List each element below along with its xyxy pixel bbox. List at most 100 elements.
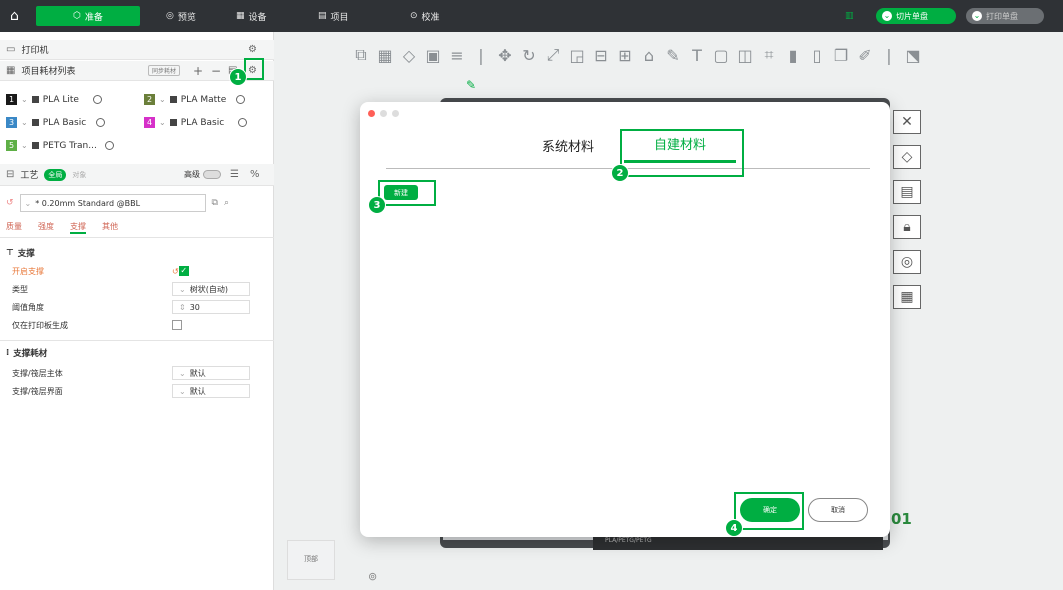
tab-system-filament[interactable]: 系统材料 — [542, 136, 594, 155]
window-controls — [368, 110, 399, 117]
filament-item-2[interactable]: 2 ⌄ PLA Matte — [144, 94, 246, 105]
filament-item-1[interactable]: 1 ⌄ PLA Lite — [6, 94, 102, 105]
profile-select[interactable]: ⌄ * 0.20mm Standard @BBL — [19, 194, 206, 212]
param-support-interface: 支撑/筏层界面 ⌄ 默认 — [12, 383, 262, 399]
scale-icon[interactable]: ⤢ — [545, 45, 561, 65]
arrange-icon[interactable]: ▣ — [425, 46, 441, 65]
param-support-type: 类型 ⌄ 树状(自动) — [12, 281, 262, 297]
move-icon[interactable]: ✥ — [497, 46, 513, 65]
support-paint-icon[interactable]: ⌂ — [641, 46, 657, 65]
search-icon[interactable]: ⌕ — [224, 198, 229, 208]
filament-edit-icon[interactable] — [104, 141, 114, 150]
boolean-icon[interactable]: ⊞ — [617, 46, 633, 65]
slice-plate-button[interactable]: ⌄ 切片单盘 — [876, 8, 956, 24]
tab-quality[interactable]: 质量 — [6, 221, 22, 234]
add-plate-icon[interactable]: ▦ — [377, 46, 393, 65]
filament-item-4[interactable]: 4 ⌄ PLA Basic — [144, 117, 248, 128]
pen-icon[interactable]: ✐ — [857, 46, 873, 65]
close-plate-icon[interactable]: ✕ — [893, 110, 921, 134]
home-icon[interactable]: ⌂ — [10, 8, 26, 24]
rotate-icon[interactable]: ↻ — [521, 46, 537, 65]
filament-color-icon — [169, 119, 177, 126]
left-panel: ▭ 打印机 ⚙ ▦ 项目耗材列表 同步耗材 + − ▤ ⚙ 1 ⌄ PLA Li… — [0, 32, 274, 590]
filament-edit-icon[interactable] — [92, 95, 102, 104]
orient-plate-icon[interactable]: ◇ — [893, 145, 921, 169]
tab-strength[interactable]: 强度 — [38, 221, 54, 234]
measure-icon[interactable]: ▢ — [713, 46, 729, 65]
callout-1: 1 — [229, 68, 247, 86]
add-object-icon[interactable]: ⧉ — [353, 45, 369, 65]
plate-number: 01 — [891, 510, 912, 528]
tab-prepare[interactable]: ⬡ 准备 — [36, 6, 140, 26]
mesh-icon[interactable]: ⌗ — [761, 45, 777, 65]
settings-icon[interactable]: ⚙ — [248, 44, 257, 55]
copy-icon[interactable]: ❐ — [833, 46, 849, 65]
reset-icon[interactable]: ↺ — [172, 267, 179, 276]
zoom-fit-icon[interactable]: ⊚ — [368, 570, 377, 583]
filament-item-3[interactable]: 3 ⌄ PLA Basic — [6, 117, 106, 128]
text-icon[interactable]: T — [689, 46, 705, 65]
support-type-select[interactable]: ⌄ 树状(自动) — [172, 282, 250, 296]
orient-icon[interactable]: ◇ — [401, 46, 417, 65]
callout-3: 3 — [368, 196, 386, 214]
filament-color-icon — [31, 119, 39, 126]
plate-settings-icon[interactable]: ◎ — [893, 250, 921, 274]
percent-icon[interactable]: % — [250, 169, 260, 180]
cut-icon[interactable]: ⊟ — [593, 46, 609, 65]
object-toggle[interactable]: 对象 — [72, 170, 86, 180]
pencil-icon: ✎ — [466, 78, 477, 92]
assembly-icon[interactable]: ◫ — [737, 46, 753, 65]
layout-icon[interactable]: ▥ — [845, 9, 854, 23]
enable-support-checkbox[interactable]: ✓ — [178, 266, 189, 276]
process-section-header: ⊟ 工艺 全局 对象 高级 ☰ % — [0, 164, 274, 186]
global-toggle[interactable]: 全局 — [44, 168, 67, 181]
advanced-toggle[interactable] — [203, 170, 221, 179]
tab-support[interactable]: 支撑 — [70, 221, 86, 234]
print-plate-button[interactable]: ⌄ 打印单盘 — [966, 8, 1044, 24]
add-filament-icon[interactable]: + — [193, 64, 203, 78]
tab-device[interactable]: ▦ 设备 — [236, 9, 267, 23]
tab-calibrate[interactable]: ⊙ 校准 — [410, 9, 440, 23]
color-paint-icon[interactable]: ▮ — [785, 46, 801, 65]
variable-layer-icon[interactable]: ▯ — [809, 46, 825, 65]
sync-filament-button[interactable]: 同步耗材 — [148, 65, 181, 76]
chevron-down-icon: ⌄ — [21, 95, 28, 104]
threshold-angle-input[interactable]: ⇕ 30 — [172, 300, 250, 314]
divider — [0, 237, 274, 238]
chevron-down-icon: ⌄ — [179, 368, 186, 378]
filament-edit-icon[interactable] — [96, 118, 106, 127]
view-cube[interactable]: 顶部 — [287, 540, 335, 580]
list-icon[interactable]: ☰ — [230, 169, 239, 180]
lock-plate-icon[interactable]: 🔒︎ — [893, 215, 921, 239]
remove-filament-icon[interactable]: − — [211, 64, 221, 78]
seam-paint-icon[interactable]: ✎ — [665, 46, 681, 65]
printer-icon: ▭ — [6, 44, 16, 55]
view-icon[interactable]: ⬔ — [905, 46, 921, 65]
close-window-icon[interactable] — [368, 110, 375, 117]
support-base-select[interactable]: ⌄ 默认 — [172, 366, 250, 380]
param-support-base: 支撑/筏层主体 ⌄ 默认 — [12, 365, 262, 381]
eye-icon: ◎ — [166, 11, 174, 21]
split-icon[interactable]: ≡ — [449, 46, 465, 65]
project-icon: ▤ — [318, 11, 327, 21]
filament-edit-icon[interactable] — [238, 118, 248, 127]
advanced-label: 高级 — [184, 170, 200, 179]
tab-others[interactable]: 其他 — [102, 221, 118, 234]
minimize-window-icon[interactable] — [380, 110, 387, 117]
cancel-button[interactable]: 取消 — [808, 498, 868, 522]
filament-item-5[interactable]: 5 ⌄ PETG Tran... — [6, 140, 114, 151]
lay-on-face-icon[interactable]: ◲ — [569, 46, 585, 65]
support-interface-select[interactable]: ⌄ 默认 — [172, 384, 250, 398]
filament-edit-icon[interactable] — [236, 95, 246, 104]
save-profile-icon[interactable]: ⧉ — [212, 198, 218, 208]
maximize-window-icon[interactable] — [392, 110, 399, 117]
tab-preview[interactable]: ◎ 预览 — [166, 9, 196, 23]
top-bar: ⌂ ⬡ 准备 ◎ 预览 ▦ 设备 ▤ 项目 ⊙ 校准 ▥ ⌄ 切片单盘 ⌄ 打印… — [0, 0, 1063, 32]
tab-project[interactable]: ▤ 项目 — [318, 9, 349, 23]
chevron-down-icon: ⌄ — [24, 198, 32, 208]
plate-type-icon[interactable]: ▦ — [893, 285, 921, 309]
build-plate-only-checkbox[interactable] — [172, 320, 182, 330]
reset-icon[interactable]: ↺ — [6, 198, 14, 208]
arrange-plate-icon[interactable]: ▤ — [893, 180, 921, 204]
chevron-down-icon: ⌄ — [179, 284, 186, 294]
